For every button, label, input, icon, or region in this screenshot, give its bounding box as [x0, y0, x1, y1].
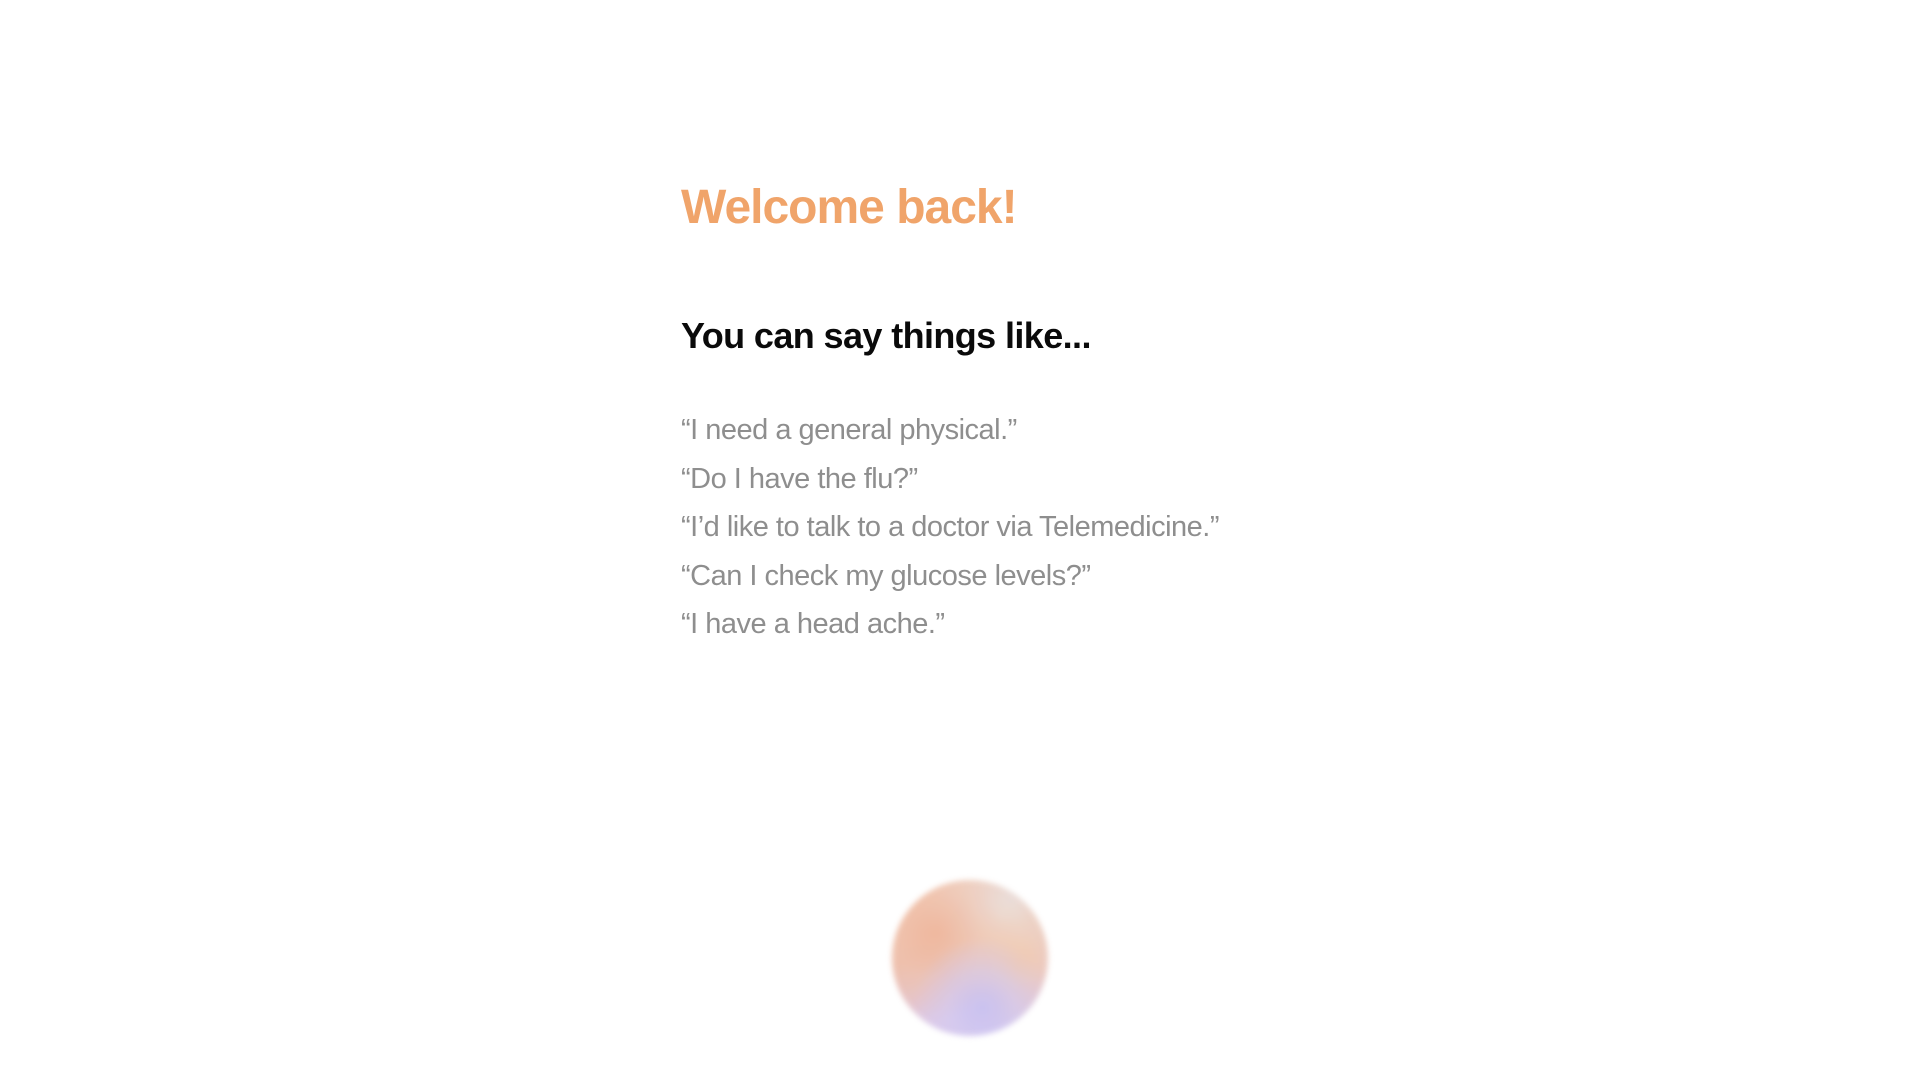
main-content: Welcome back! You can say things like...…	[681, 176, 1481, 649]
example-phrase: “Can I check my glucose levels?”	[681, 559, 1091, 592]
voice-assistant-orb-icon	[892, 880, 1048, 1036]
example-phrases-list: “I need a general physical.” “Do I have …	[681, 406, 1481, 649]
prompt-heading: You can say things like...	[681, 315, 1091, 356]
voice-orb-button[interactable]	[892, 880, 1048, 1036]
voice-assistant-screen: Welcome back! You can say things like...…	[0, 0, 1920, 1080]
example-phrase: “Do I have the flu?”	[681, 462, 918, 495]
welcome-title: Welcome back!	[681, 181, 1018, 234]
example-phrase: “I’d like to talk to a doctor via Teleme…	[681, 511, 1220, 543]
example-phrase: “I need a general physical.”	[681, 414, 1017, 446]
example-phrase: “I have a head ache.”	[681, 608, 945, 640]
